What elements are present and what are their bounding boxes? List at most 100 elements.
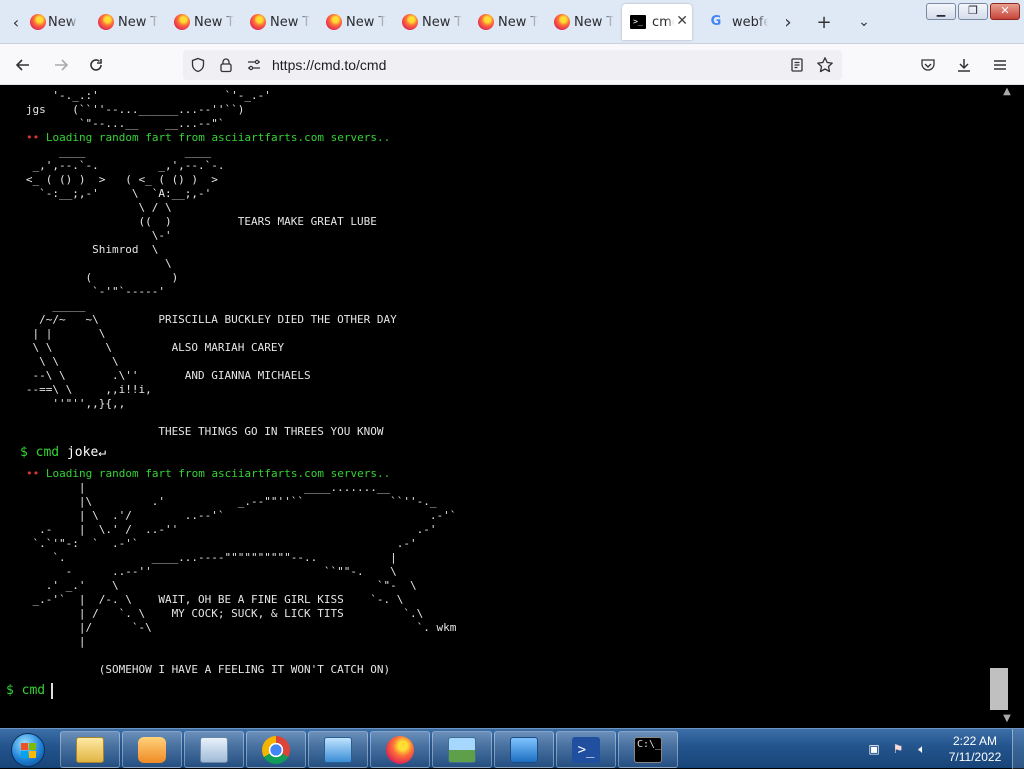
terminal-line: --\ \ .\'' AND GIANNA MICHAELS [6,369,311,382]
close-window-button[interactable]: ✕ [990,3,1020,20]
volume-icon[interactable]: 🔈︎ [914,741,930,757]
firefox-icon [174,14,190,30]
scroll-tabs-right-button[interactable]: › [776,10,800,34]
tracking-protection-shield-icon[interactable] [187,54,209,76]
firefox-icon [402,14,418,30]
terminal-line: '-._.:' `'-_.-' [6,89,271,102]
terminal-line: _,',--.`-. _,',--.`-. [6,159,225,172]
terminal-line: .- | \.' / ..-'' .-' [6,523,437,536]
taskbar-control-panel[interactable] [308,731,368,768]
forward-button[interactable] [48,52,74,78]
system-clock[interactable]: 2:22 AM 7/11/2022 [940,733,1010,765]
minimize-button[interactable]: ▁ [926,3,956,20]
pocket-icon [921,59,935,71]
terminal-line: \ / \ [6,201,172,214]
taskbar-explorer[interactable] [60,731,120,768]
terminal-line: (SOMEHOW I HAVE A FEELING IT WON'T CATCH… [6,663,391,676]
command-input-line[interactable]: $ cmd [6,677,456,705]
bookmark-star-icon[interactable] [814,54,836,76]
tab-cmd-active[interactable]: >_ cmd ✕ [622,4,692,40]
terminal-line: |/ `-\ `. wkm [6,621,457,634]
prompt-symbol: $ [20,445,36,460]
pocket-button[interactable] [915,52,941,78]
tab-new-1[interactable]: New Tab [30,4,78,40]
loading-message: •• Loading random fart from asciiartfart… [6,467,456,481]
reload-button[interactable] [83,52,109,78]
terminal-line: --==\ \ ,,i!!i, [6,383,152,396]
url-text: https://cmd.to/cmd [272,57,387,73]
scroll-up-arrow-icon[interactable]: ▲ [990,85,1024,99]
computer-icon [510,736,538,763]
close-tab-icon[interactable]: ✕ [676,13,688,29]
terminal-line: (( ) TEARS MAKE GREAT LUBE [6,215,377,228]
system-tray: ▣ ⚑ 🔈︎ 2:22 AM 7/11/2022 [860,729,1024,769]
terminal-line: .' _.' \ `"- \ [6,579,417,592]
restore-button[interactable]: ❐ [958,3,988,20]
address-bar[interactable]: https://cmd.to/cmd [183,50,842,80]
action-center-icon[interactable]: ⚑ [890,741,906,757]
terminal-line: | | \ [6,327,106,340]
windows-taskbar: >_ C:\_ ▣ ⚑ 🔈︎ 2:22 AM 7/11/2022 [0,728,1024,769]
scroll-down-arrow-icon[interactable]: ▼ [990,712,1024,726]
terminal-icon: >_ [630,15,646,29]
lock-icon[interactable] [215,54,237,76]
terminal-line: \-' [6,229,172,242]
windows-logo-icon [11,733,45,767]
taskbar-computer[interactable] [494,731,554,768]
list-all-tabs-button[interactable]: ⌄ [852,10,876,34]
terminal-text: '-._.:' `'-_.-' jgs (``''--...______...-… [6,89,456,705]
tab-new-5[interactable]: New Tab [322,4,396,40]
control-panel-icon [324,736,352,763]
clock-time: 2:22 AM [952,734,998,748]
terminal-line: _____ [6,299,86,312]
terminal-line: \ \ \ ALSO MARIAH CAREY [6,341,285,354]
tab-new-4[interactable]: New Tab [246,4,320,40]
tab-webfetch[interactable]: G webfetch [704,4,772,40]
tab-new-7[interactable]: New Tab [474,4,548,40]
terminal-line: \ [6,257,172,270]
download-icon [958,59,970,72]
back-button[interactable] [10,52,36,78]
arrow-left-icon [15,59,29,71]
folder-icon [76,736,104,763]
taskbar-firefox[interactable] [370,731,430,768]
app-menu-button[interactable] [987,52,1013,78]
taskbar-media-player[interactable] [122,731,182,768]
scroll-tabs-left-button[interactable]: ‹ [4,8,28,36]
downloads-button[interactable] [951,52,977,78]
taskbar-powershell[interactable]: >_ [556,731,616,768]
taskbar-documents[interactable] [184,731,244,768]
reader-view-icon[interactable] [786,54,808,76]
taskbar-photo-viewer[interactable] [432,731,492,768]
prompt-symbol: $ [6,683,22,698]
taskbar-cmd[interactable]: C:\_ [618,731,678,768]
permissions-icon[interactable] [243,54,265,76]
terminal-line: Shimrod \ [6,243,159,256]
taskbar-chrome[interactable] [246,731,306,768]
terminal-line: - ..--'' ``""-. \ [6,565,397,578]
firefox-icon [478,14,494,30]
terminal-scrollbar[interactable]: ▲ ▼ [990,85,1024,728]
terminal-line: ''"'',,}{,, [6,397,126,410]
photo-icon [448,736,476,763]
terminal-output[interactable]: '-._.:' `'-_.-' jgs (``''--...______...-… [0,85,990,728]
tab-new-3[interactable]: New Tab [170,4,244,40]
tab-new-8[interactable]: New Tab [550,4,624,40]
arrow-right-icon [55,59,69,71]
start-button[interactable] [4,731,52,769]
tab-new-2[interactable]: New Tab [94,4,168,40]
tab-new-6[interactable]: New Tab [398,4,472,40]
firefox-icon [30,14,46,30]
terminal-line: THESE THINGS GO IN THREES YOU KNOW [6,425,384,438]
firefox-icon [250,14,266,30]
loading-dots-icon: •• [26,467,46,480]
show-desktop-button[interactable] [1012,729,1024,769]
enter-icon: ↵ [98,445,107,460]
network-icon[interactable]: ▣ [866,741,882,757]
terminal-line: | [6,635,86,648]
new-tab-button[interactable]: + [812,10,836,34]
command-argument: joke [66,445,99,460]
scrollbar-thumb[interactable] [990,668,1008,710]
text-cursor [51,682,54,699]
